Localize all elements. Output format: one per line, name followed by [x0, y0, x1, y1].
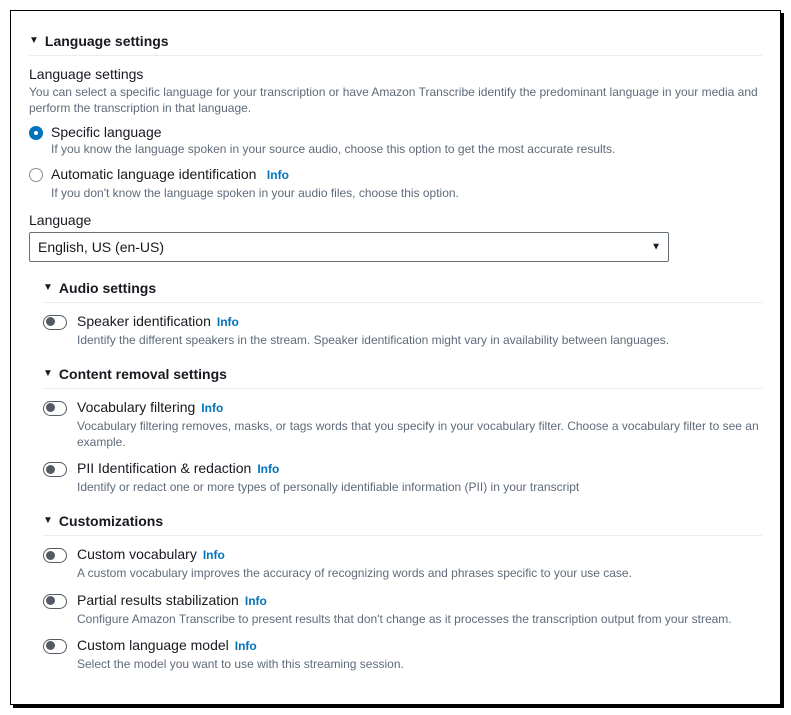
radio-auto-language[interactable] [29, 168, 43, 182]
info-link-custom-vocab[interactable]: Info [203, 548, 225, 562]
toggle-clm[interactable] [43, 639, 67, 654]
group-title-language: Language settings [29, 66, 762, 82]
toggle-desc-pii: Identify or redact one or more types of … [77, 479, 762, 495]
toggle-speaker-id[interactable] [43, 315, 67, 330]
caret-down-icon: ▼ [43, 516, 53, 526]
section-header-removal[interactable]: ▼ Content removal settings [43, 362, 762, 389]
toggle-label-speaker-id: Speaker identification [77, 313, 211, 329]
radio-label-specific: Specific language [51, 124, 162, 140]
toggle-label-clm: Custom language model [77, 637, 229, 653]
info-link-speaker-id[interactable]: Info [217, 315, 239, 329]
info-link-clm[interactable]: Info [235, 639, 257, 653]
section-title: Customizations [59, 513, 163, 529]
toggle-desc-clm: Select the model you want to use with th… [77, 656, 762, 672]
toggle-label-custom-vocab: Custom vocabulary [77, 546, 197, 562]
toggle-vocab-filter[interactable] [43, 401, 67, 416]
radio-specific-language[interactable] [29, 126, 43, 140]
toggle-custom-vocab[interactable] [43, 548, 67, 563]
toggle-label-partial: Partial results stabilization [77, 592, 239, 608]
toggle-partial[interactable] [43, 594, 67, 609]
radio-label-auto: Automatic language identification [51, 166, 256, 182]
info-link-pii[interactable]: Info [257, 462, 279, 476]
caret-down-icon: ▼ [29, 36, 39, 46]
toggle-label-vocab-filter: Vocabulary filtering [77, 399, 195, 415]
info-link-partial[interactable]: Info [245, 594, 267, 608]
language-select[interactable]: English, US (en-US) [29, 232, 669, 262]
info-link-vocab-filter[interactable]: Info [201, 401, 223, 415]
toggle-label-pii: PII Identification & redaction [77, 460, 251, 476]
caret-down-icon: ▼ [43, 283, 53, 293]
toggle-desc-custom-vocab: A custom vocabulary improves the accurac… [77, 565, 762, 581]
section-header-audio[interactable]: ▼ Audio settings [43, 276, 762, 303]
section-header-language[interactable]: ▼ Language settings [29, 29, 762, 56]
settings-panel: ▼ Language settings Language settings Yo… [10, 10, 781, 705]
section-title: Language settings [45, 33, 169, 49]
toggle-pii[interactable] [43, 462, 67, 477]
language-select-value: English, US (en-US) [38, 239, 164, 255]
section-title: Audio settings [59, 280, 156, 296]
radio-desc-specific: If you know the language spoken in your … [51, 142, 762, 158]
group-desc-language: You can select a specific language for y… [29, 84, 762, 116]
language-field-label: Language [29, 212, 762, 228]
toggle-desc-vocab-filter: Vocabulary filtering removes, masks, or … [77, 418, 762, 450]
toggle-desc-partial: Configure Amazon Transcribe to present r… [77, 611, 762, 627]
section-title: Content removal settings [59, 366, 227, 382]
radio-desc-auto: If you don't know the language spoken in… [51, 186, 762, 202]
info-link-auto[interactable]: Info [267, 168, 289, 182]
section-header-custom[interactable]: ▼ Customizations [43, 509, 762, 536]
toggle-desc-speaker-id: Identify the different speakers in the s… [77, 332, 762, 348]
caret-down-icon: ▼ [43, 369, 53, 379]
